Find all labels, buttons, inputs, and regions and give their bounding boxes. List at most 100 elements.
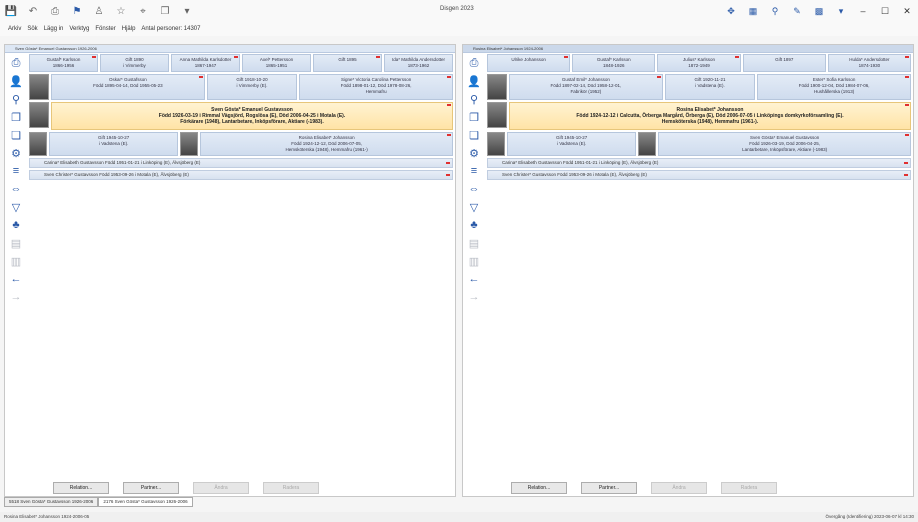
grandparent-box[interactable]: Ulrike Johansson	[487, 54, 571, 72]
forward-arrow-icon[interactable]: →	[463, 288, 485, 306]
spouse-box[interactable]: Sven Gösta* Emanuel Gustavsson Född 1926-…	[658, 132, 911, 156]
dropdown-icon[interactable]: ▾	[176, 0, 198, 22]
minimize-button[interactable]: –	[852, 6, 874, 16]
pencil-icon[interactable]: ✎	[786, 6, 808, 17]
grandparent-box[interactable]: Gift 1895	[313, 54, 382, 72]
main-person-photo[interactable]	[29, 102, 49, 128]
print-icon[interactable]: ⎙	[44, 0, 66, 22]
main-person-box[interactable]: Rosina Elisabet* Johansson Född 1924-12-1…	[509, 102, 911, 130]
edit-button[interactable]: Ändra	[193, 482, 249, 494]
settings-icon[interactable]: ⚙	[5, 144, 27, 162]
archive-icon[interactable]: ▥	[463, 252, 485, 270]
parent-line: i Vadstena (E).	[695, 83, 725, 88]
menu-arkiv[interactable]: Arkiv	[8, 26, 21, 32]
child-row[interactable]: Sven Christer* Gustavsson Född 1953-09-2…	[487, 170, 911, 180]
parent-box[interactable]: Signe* Victoria Carolina Pettersson Född …	[299, 74, 453, 100]
list-icon[interactable]: ≡	[5, 162, 27, 180]
parents-marriage-box[interactable]: Gift 1918-10-20 i Vimmerby (E).	[206, 74, 298, 100]
grandparent-box[interactable]: Julius* Karlsson 1872-1949	[657, 54, 741, 72]
main-person-box[interactable]: Sven Gösta* Emanuel Gustavsson Född 1926-…	[51, 102, 453, 130]
tree-icon[interactable]: ♣	[5, 216, 27, 234]
edit-button[interactable]: Ändra	[651, 482, 707, 494]
grandparent-box[interactable]: Ida* Mathilda Andersdotter 1873-1962	[384, 54, 453, 72]
back-arrow-icon[interactable]: ←	[5, 270, 27, 288]
grandparent-box[interactable]: Gustaf* Karlsson 1848-1926	[572, 54, 656, 72]
partner-button[interactable]: Partner...	[581, 482, 637, 494]
status-bar: Rosina Elisabet* Johansson 1924-2006-05 …	[0, 512, 918, 522]
grandparent-box[interactable]: Axel* Pettersson 1865-1951	[242, 54, 311, 72]
grandparent-box[interactable]: Gift 1890 i Vimmerby	[100, 54, 169, 72]
copy-icon[interactable]: ❐	[463, 108, 485, 126]
relation-button[interactable]: Relation...	[511, 482, 567, 494]
person-icon[interactable]: 👤	[5, 72, 27, 90]
marriage-box[interactable]: Gift 1945-10-27 i Vadstena (E).	[507, 132, 637, 156]
tab-person-2[interactable]: 2176 Sven Gösta* Gustavsson 1926-2006	[98, 497, 193, 507]
delete-button[interactable]: Radera	[263, 482, 319, 494]
save-icon[interactable]: 💾	[0, 0, 22, 22]
flag-icon[interactable]: ⚑	[66, 0, 88, 22]
tree-icon[interactable]: ♣	[463, 216, 485, 234]
grid-icon[interactable]: ▩	[808, 6, 830, 17]
father-photo[interactable]	[487, 74, 507, 100]
menu-fonster[interactable]: Fönster	[95, 26, 115, 32]
spouse-photo[interactable]	[180, 132, 199, 156]
grandparent-name: Gift 1895	[338, 57, 357, 62]
spouse-box[interactable]: Rosina Elisabet* Johansson Född 1924-12-1…	[200, 132, 453, 156]
calendar-icon[interactable]: ▦	[742, 6, 764, 17]
delete-button[interactable]: Radera	[721, 482, 777, 494]
partner-button[interactable]: Partner...	[123, 482, 179, 494]
grandparent-box[interactable]: Hulda* Andersdotter 1874-1930	[827, 54, 912, 72]
menu-verktyg[interactable]: Verktyg	[69, 26, 89, 32]
tab-person-1[interactable]: 5518 Sven Gösta* Gustavsson 1926-2006	[4, 497, 99, 507]
menu-lagg-in[interactable]: Lägg in	[44, 26, 64, 32]
father-photo[interactable]	[29, 74, 49, 100]
filter-icon[interactable]: ▽	[5, 198, 27, 216]
grandparent-box[interactable]: Anna Mathilda Karlsdotter 1867-1947	[171, 54, 240, 72]
swap-icon[interactable]: ⇔	[5, 180, 27, 198]
pin-icon[interactable]: ⌖	[132, 0, 154, 22]
copy-icon[interactable]: ❐	[154, 0, 176, 22]
menu-sok[interactable]: Sök	[27, 26, 37, 32]
settings-icon[interactable]: ✥	[720, 6, 742, 17]
child-row[interactable]: Carina* Elisabeth Gustavsson Född 1951-0…	[487, 158, 911, 168]
parent-box[interactable]: Ester* Sofia Karlsson Född 1900-12-04, Dö…	[757, 74, 911, 100]
note-icon[interactable]: ▤	[5, 234, 27, 252]
search-icon[interactable]: ⚲	[5, 90, 27, 108]
grandparent-box[interactable]: Gift 1897	[742, 54, 826, 72]
parent-box[interactable]: Oskar* Gustafsson Född 1895-04-14, Död 19…	[51, 74, 205, 100]
duplicate-icon[interactable]: ❏	[463, 126, 485, 144]
parents-marriage-box[interactable]: Gift 1920-11-21 i Vadstena (E).	[664, 74, 756, 100]
settings-icon[interactable]: ⚙	[463, 144, 485, 162]
search-icon[interactable]: ⚲	[764, 6, 786, 17]
forward-arrow-icon[interactable]: →	[5, 288, 27, 306]
main-person-photo[interactable]	[487, 102, 507, 128]
menu-hjalp[interactable]: Hjälp	[122, 26, 136, 32]
star-icon[interactable]: ☆	[110, 0, 132, 22]
undo-icon[interactable]: ↶	[22, 0, 44, 22]
spouse-photo[interactable]	[638, 132, 657, 156]
relation-button[interactable]: Relation...	[53, 482, 109, 494]
spouse-photo-left[interactable]	[29, 132, 47, 156]
close-button[interactable]: ✕	[896, 6, 918, 17]
list-icon[interactable]: ≡	[463, 162, 485, 180]
spouse-photo-left[interactable]	[487, 132, 505, 156]
search-icon[interactable]: ⚲	[463, 90, 485, 108]
maximize-button[interactable]: ☐	[874, 6, 896, 17]
child-row[interactable]: Sven Christer* Gustavsson Född 1953-09-2…	[29, 170, 453, 180]
grandparent-box[interactable]: Gustaf* Karlsson 1866-1956	[29, 54, 98, 72]
print-icon[interactable]: ⎙	[5, 54, 27, 72]
copy-icon[interactable]: ❐	[5, 108, 27, 126]
marriage-box[interactable]: Gift 1945-10-27 i Vadstena (E).	[49, 132, 179, 156]
note-icon[interactable]: ▤	[463, 234, 485, 252]
person-icon[interactable]: 👤	[463, 72, 485, 90]
back-arrow-icon[interactable]: ←	[463, 270, 485, 288]
person-icon[interactable]: ♙	[88, 0, 110, 22]
print-icon[interactable]: ⎙	[463, 54, 485, 72]
filter-icon[interactable]: ▽	[463, 198, 485, 216]
swap-icon[interactable]: ⇔	[463, 180, 485, 198]
dropdown-icon[interactable]: ▾	[830, 6, 852, 17]
parent-box[interactable]: Gustaf Emil* Johansson Född 1897-02-14, D…	[509, 74, 663, 100]
duplicate-icon[interactable]: ❏	[5, 126, 27, 144]
archive-icon[interactable]: ▥	[5, 252, 27, 270]
child-row[interactable]: Carina* Elisabeth Gustavsson Född 1951-0…	[29, 158, 453, 168]
